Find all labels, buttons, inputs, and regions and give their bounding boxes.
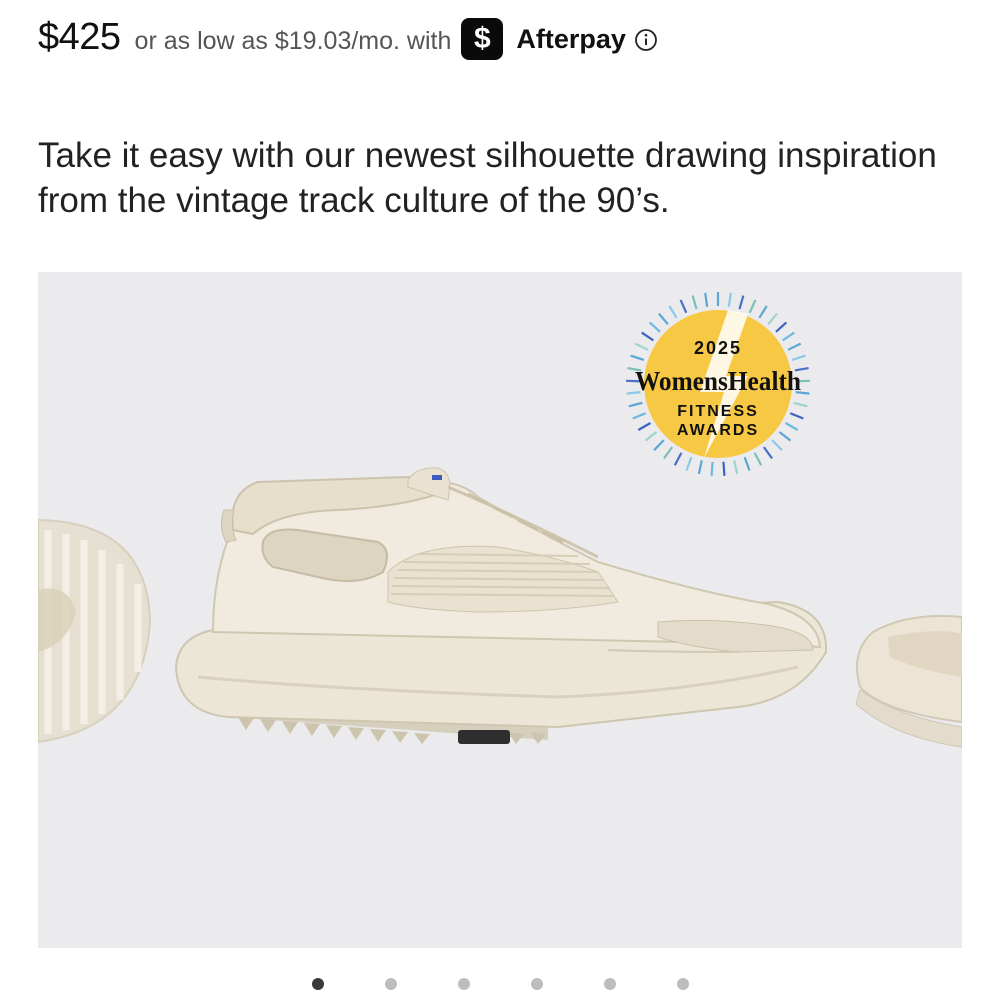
carousel-dot-1[interactable] [311,978,324,990]
right-partial-shoe-image [855,615,962,748]
price-row: $425 or as low as $19.03/mo. with $ Afte… [38,12,658,62]
left-partial-shoe-image [38,518,152,744]
fitness-award-badge: 2025 WomensHealth FITNESS AWARDS [626,292,810,476]
product-image-carousel[interactable]: 2025 WomensHealth FITNESS AWARDS [38,272,962,948]
installment-text: or as low as $19.03/mo. with [134,26,452,55]
afterpay-brand: Afterpay [516,23,626,54]
carousel-dot-5[interactable] [603,978,616,990]
product-description: Take it easy with our newest silhouette … [38,136,937,220]
award-line-2: AWARDS [677,422,759,439]
afterpay-logo-badge: $ [461,18,504,60]
carousel-dot-4[interactable] [530,978,543,990]
award-brand: WomensHealth [635,366,801,396]
carousel-dot-6[interactable] [676,978,689,990]
price: $425 [38,15,121,58]
award-line-1: FITNESS [677,403,759,420]
carousel-dot-2[interactable] [384,978,397,990]
carousel-dot-3[interactable] [457,978,470,990]
award-year: 2025 [694,338,742,358]
carousel-pagination [0,976,1000,992]
main-shoe-image [174,467,828,744]
info-circle-icon[interactable] [634,28,658,52]
product-image: 2025 WomensHealth FITNESS AWARDS [38,292,962,748]
